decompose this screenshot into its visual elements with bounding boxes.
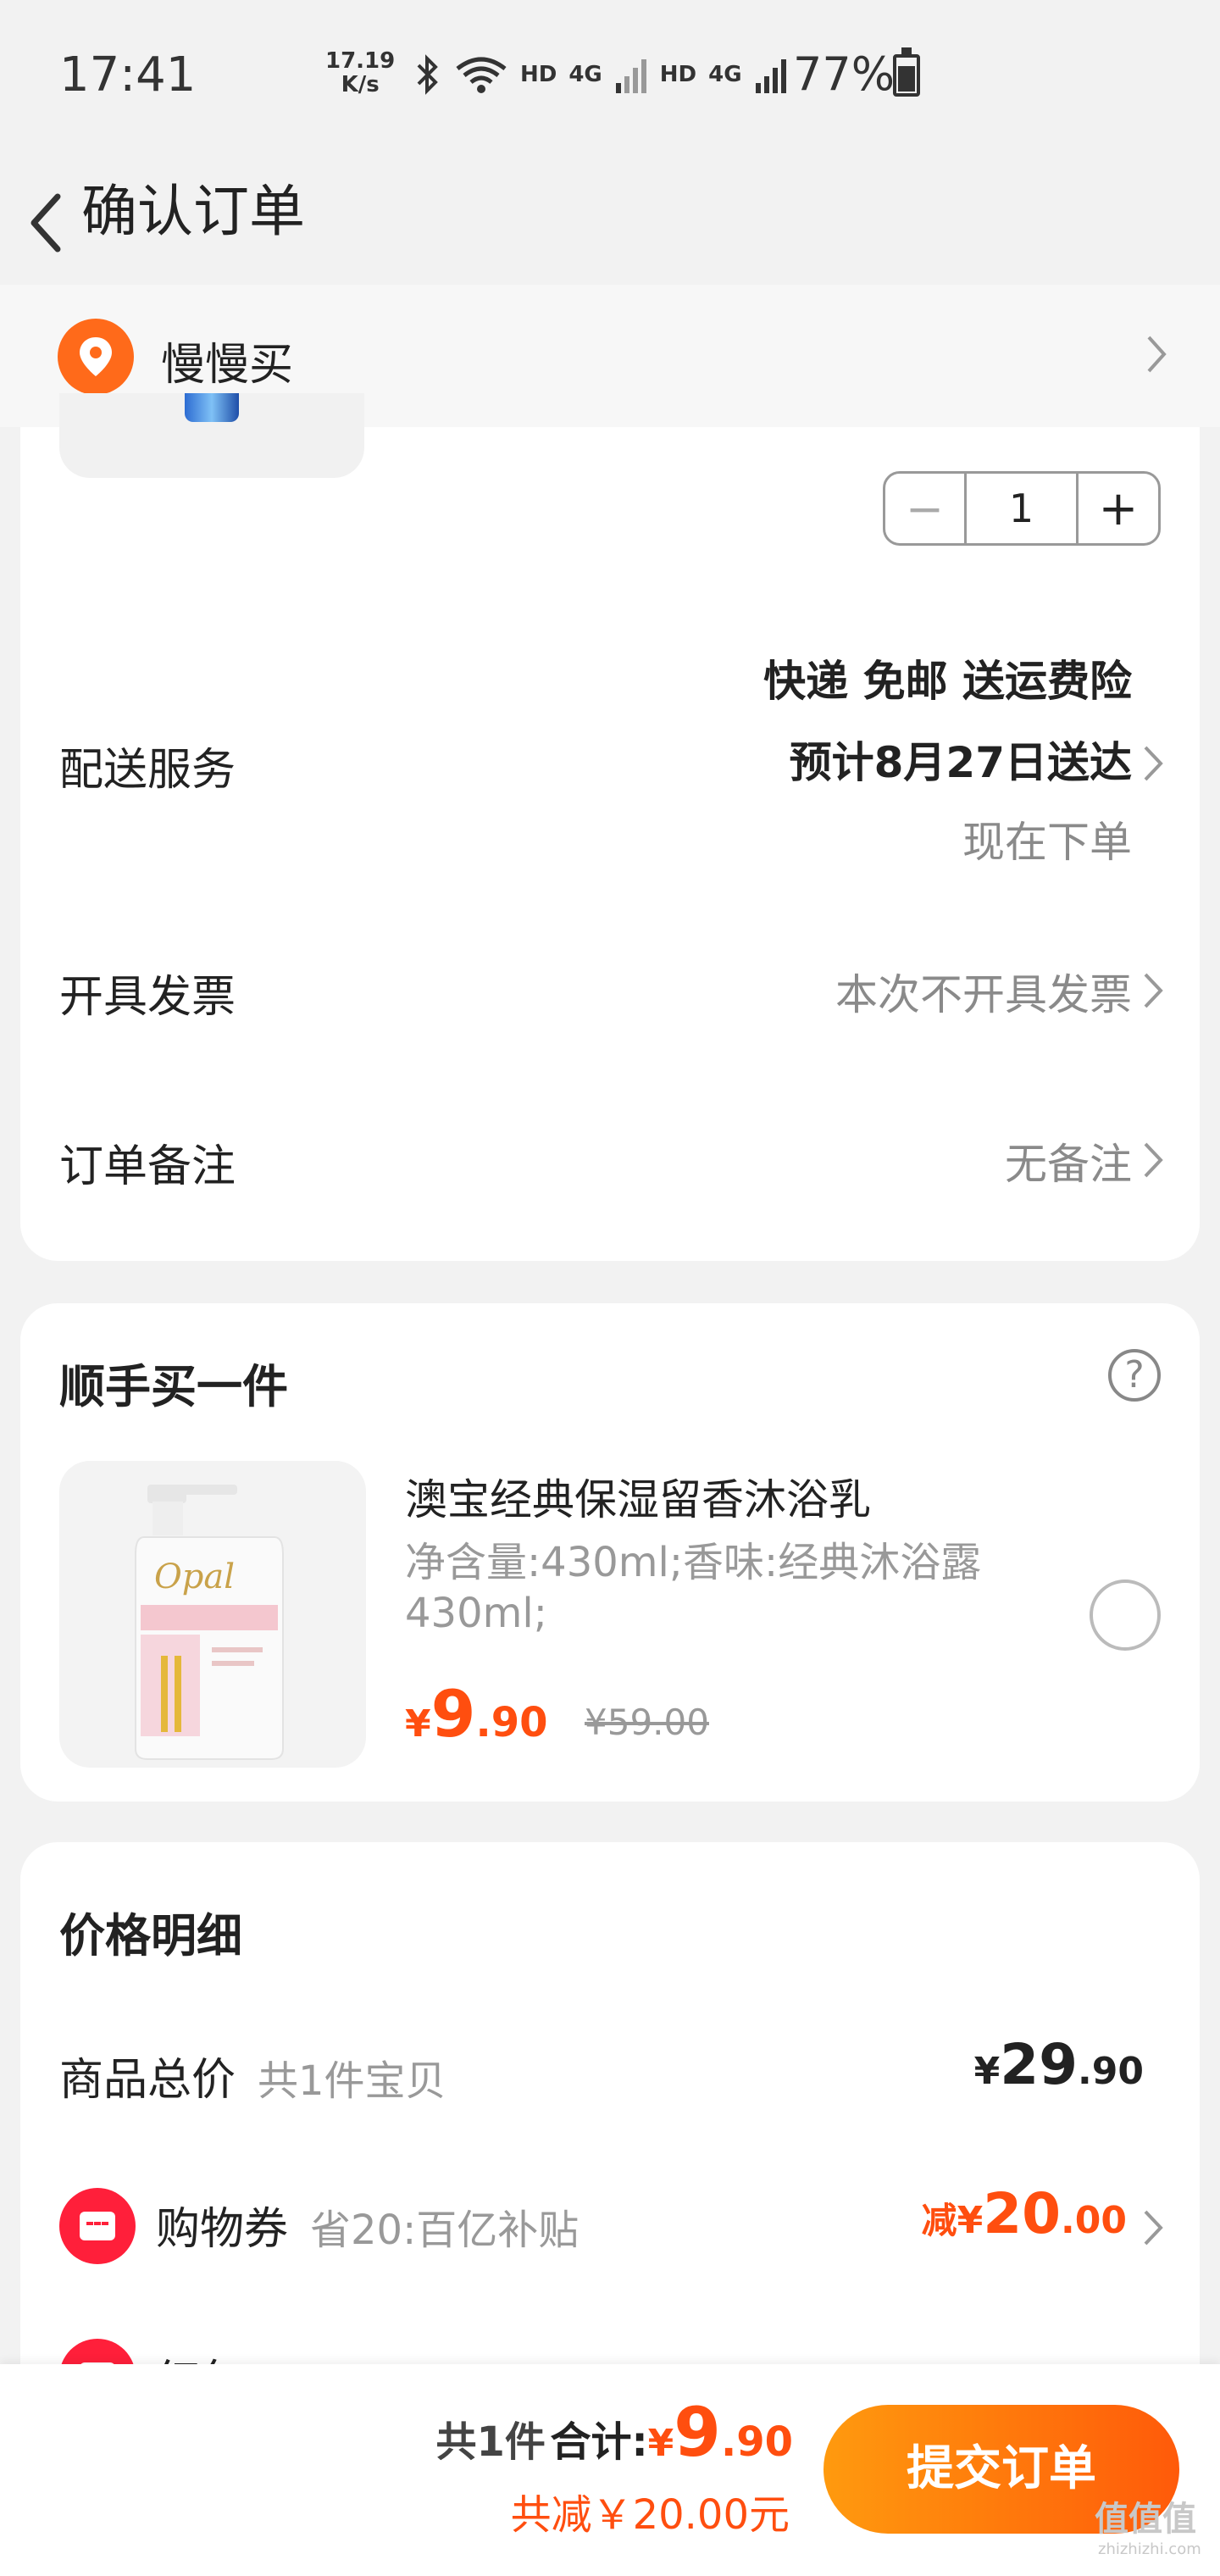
addon-select-radio[interactable] <box>1090 1579 1161 1651</box>
goods-total-price: ¥29.90 <box>974 2032 1144 2097</box>
item-count: 共1件 <box>435 2418 546 2466</box>
network-speed-value: 17.19 <box>325 48 396 74</box>
total-int: 9 <box>674 2393 721 2472</box>
address-label: 慢慢买 <box>161 340 294 391</box>
coupon-label: 购物券 <box>156 2204 289 2255</box>
hd-label-1: HD <box>520 62 557 87</box>
addon-original-price: ¥59.00 <box>585 1702 709 1743</box>
location-pin-icon <box>58 319 134 395</box>
remark-label: 订单备注 <box>59 1141 236 1192</box>
addon-price-yen: ¥ <box>405 1702 431 1746</box>
goods-price-yen: ¥ <box>973 2050 1001 2093</box>
delivery-note: 现在下单 <box>962 818 1132 867</box>
status-icons: HD 4G HD 4G <box>412 51 788 98</box>
remark-value[interactable]: 无备注 <box>1005 1130 1132 1191</box>
chevron-right-icon <box>1147 336 1167 373</box>
addon-product-image[interactable]: Opal <box>59 1461 366 1768</box>
hd-label-2: HD <box>659 62 697 87</box>
network-type-1: 4G <box>568 62 602 87</box>
coupon-row[interactable]: 购物券 省20:百亿补贴 <box>156 2193 579 2257</box>
addon-product-name[interactable]: 澳宝经典保湿留香沐浴乳 <box>405 1466 871 1527</box>
watermark-url: zhizhizhi.com <box>1098 2540 1201 2558</box>
delivery-label: 配送服务 <box>59 745 236 796</box>
chevron-right-icon[interactable] <box>1140 2207 1166 2249</box>
increase-button[interactable]: + <box>1079 474 1158 543</box>
goods-total-row: 商品总价 共1件宝贝 <box>59 2044 446 2107</box>
chevron-right-icon[interactable] <box>1140 969 1166 1012</box>
coupon-dec: .00 <box>1061 2199 1127 2242</box>
signal-icon <box>615 59 646 93</box>
total-dec: .90 <box>720 2418 793 2466</box>
quantity-value[interactable]: 1 <box>967 474 1079 543</box>
network-speed: 17.19 K/s <box>325 49 395 97</box>
goods-price-dec: .90 <box>1078 2050 1144 2093</box>
status-bar: 17:41 17.19 K/s HD 4G HD 4G 77% <box>0 0 1220 153</box>
order-options-card: − 1 + 配送服务 快递 免邮 送运费险 预计8月27日送达 现在下单 开具发… <box>20 393 1200 1261</box>
invoice-value[interactable]: 本次不开具发票 <box>835 961 1132 1022</box>
invoice-label: 开具发票 <box>59 972 236 1023</box>
battery-percent: 77% <box>793 47 896 101</box>
price-detail-title: 价格明细 <box>59 1909 242 1963</box>
order-total: 共1件 合计:¥9.90 <box>435 2393 793 2472</box>
bluetooth-icon <box>417 54 438 95</box>
addon-brand-logo: Opal <box>154 1557 235 1596</box>
checkout-bar: 共1件 合计:¥9.90 共减￥20.00元 提交订单 值值值 zhizhizh… <box>0 2364 1220 2576</box>
addon-card: 顺手买一件 ? Opal 澳宝经典保湿留香沐浴乳 净含量:430ml;香味:经典… <box>20 1303 1200 1802</box>
product-thumbnail[interactable] <box>59 393 364 478</box>
help-icon[interactable]: ? <box>1108 1349 1161 1402</box>
page-title: 确认订单 <box>81 179 305 244</box>
total-label: 合计: <box>550 2418 648 2466</box>
decrease-button[interactable]: − <box>885 474 967 543</box>
back-arrow-icon[interactable] <box>20 185 71 261</box>
wifi-icon <box>456 57 507 93</box>
chevron-right-icon[interactable] <box>1140 742 1166 785</box>
status-time: 17:41 <box>59 47 197 103</box>
addon-title: 顺手买一件 <box>59 1360 288 1413</box>
addon-price-dec: .90 <box>475 1699 548 1746</box>
coupon-int: 20 <box>983 2181 1062 2246</box>
network-speed-unit: K/s <box>341 72 380 97</box>
chevron-right-icon[interactable] <box>1140 1139 1166 1181</box>
coupon-icon <box>59 2188 136 2264</box>
coupon-minus-label: 减 <box>921 2200 957 2241</box>
watermark: 值值值 <box>1095 2500 1196 2539</box>
goods-total-label: 商品总价 <box>59 2055 236 2106</box>
delivery-method[interactable]: 快递 免邮 送运费险 <box>763 647 1132 708</box>
delivery-eta[interactable]: 预计8月27日送达 <box>790 729 1132 790</box>
total-yen: ¥ <box>647 2422 674 2465</box>
addon-price-int: 9 <box>430 1676 476 1752</box>
coupon-discount[interactable]: 减¥20.00 <box>922 2181 1127 2246</box>
total-saved: 共减￥20.00元 <box>510 2491 790 2539</box>
goods-price-int: 29 <box>1000 2032 1079 2097</box>
signal-icon <box>755 59 786 93</box>
coupon-note: 省20:百亿补贴 <box>310 2207 580 2254</box>
coupon-yen: ¥ <box>957 2199 984 2242</box>
battery-icon <box>893 47 920 97</box>
goods-count-note: 共1件宝贝 <box>258 2057 446 2105</box>
quantity-stepper[interactable]: − 1 + <box>883 471 1161 546</box>
network-type-2: 4G <box>708 62 742 87</box>
addon-price: ¥9.90 <box>405 1676 548 1752</box>
addon-product-spec: 净含量:430ml;香味:经典沐浴露430ml; <box>405 1539 982 1637</box>
